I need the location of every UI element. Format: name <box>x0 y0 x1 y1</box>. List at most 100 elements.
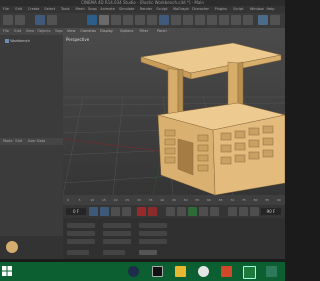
coord-mode-dropdown[interactable] <box>67 250 89 255</box>
goto-start-icon[interactable] <box>166 207 175 216</box>
move-icon[interactable] <box>47 15 57 25</box>
attribute-menu-mode[interactable]: Mode <box>3 138 13 145</box>
menu-simulate[interactable]: Simulate <box>119 6 134 13</box>
undo-icon[interactable] <box>3 15 13 25</box>
key-position-icon[interactable] <box>239 207 248 216</box>
object-menu-tags[interactable]: Tags <box>55 28 63 35</box>
viewport-label: Perspective <box>66 37 90 42</box>
menu-tools[interactable]: Tools <box>61 6 70 13</box>
wood-material-swatch-icon[interactable] <box>6 241 18 253</box>
menu-create[interactable]: Create <box>28 6 40 13</box>
play-icon[interactable] <box>188 207 197 216</box>
object-menu-edit[interactable]: Edit <box>14 28 21 35</box>
key-rotation-icon[interactable] <box>250 207 259 216</box>
object-menu-file[interactable]: File <box>3 28 9 35</box>
goto-end-icon[interactable] <box>210 207 219 216</box>
model-mode-icon[interactable] <box>87 15 97 25</box>
deformer-icon[interactable] <box>207 15 217 25</box>
record-icon[interactable] <box>137 207 146 216</box>
viewport-menu-display[interactable]: Display <box>100 28 113 35</box>
viewport-menu-panel[interactable]: Panel <box>157 28 166 35</box>
viewport-menu-cameras[interactable]: Cameras <box>80 28 96 35</box>
array-icon[interactable] <box>195 15 205 25</box>
timeline-tick: 60 <box>207 198 211 202</box>
powerpoint-icon[interactable] <box>221 266 232 277</box>
viewport-menu-filter[interactable]: Filter <box>140 28 149 35</box>
terminal-icon[interactable] <box>152 266 163 277</box>
menu-character[interactable]: Character <box>192 6 209 13</box>
rot-p-field[interactable] <box>139 231 167 236</box>
render-settings-icon[interactable] <box>147 15 157 25</box>
menu-snap[interactable]: Snap <box>88 6 97 13</box>
end-frame-field[interactable]: 90 F <box>261 208 281 215</box>
menu-render[interactable]: Render <box>140 6 152 13</box>
viewport-perspective[interactable]: Perspective <box>63 35 285 195</box>
timeline-ruler[interactable]: 0 5 10 15 20 25 30 35 40 45 50 55 60 65 70 75 80 85 90 <box>63 195 285 205</box>
camera-icon[interactable] <box>231 15 241 25</box>
light-icon[interactable] <box>243 15 253 25</box>
rot-h-field[interactable] <box>139 223 167 228</box>
timeline-tick: 75 <box>242 198 246 202</box>
menu-window[interactable]: Window <box>250 6 264 13</box>
object-manager-panel <box>0 28 63 236</box>
menu-help[interactable]: Help <box>267 6 275 13</box>
excel-icon[interactable] <box>243 266 256 279</box>
cube-icon[interactable] <box>159 15 169 25</box>
next-frame-icon[interactable] <box>199 207 208 216</box>
menu-edit[interactable]: Edit <box>15 6 22 13</box>
file-explorer-icon[interactable] <box>175 266 186 277</box>
cinema4d-icon[interactable] <box>128 266 139 277</box>
object-menu-view[interactable]: View <box>26 28 34 35</box>
keyframe-icon[interactable] <box>228 207 237 216</box>
texture-mode-icon[interactable] <box>99 15 109 25</box>
size-x-field[interactable] <box>103 223 131 228</box>
autokey-icon[interactable] <box>148 207 157 216</box>
rot-b-field[interactable] <box>139 239 167 244</box>
windows-start-icon[interactable] <box>2 266 12 276</box>
rotate-tool-icon[interactable] <box>111 207 120 216</box>
timeline-tick: 25 <box>125 198 130 202</box>
floor-icon[interactable] <box>219 15 229 25</box>
apply-button[interactable] <box>139 250 157 255</box>
menu-script[interactable]: Script <box>233 6 243 13</box>
object-manager-menu: File Edit View Objects Tags <box>0 28 63 35</box>
attribute-menu-edit[interactable]: Edit <box>15 138 22 145</box>
loop-icon[interactable] <box>122 207 131 216</box>
current-frame-field[interactable]: 0 F <box>66 208 86 215</box>
menu-animate[interactable]: Animate <box>100 6 115 13</box>
viewport-menu-options[interactable]: Options <box>120 28 134 35</box>
pos-z-field[interactable] <box>67 239 95 244</box>
workplane-icon[interactable] <box>111 15 121 25</box>
live-select-icon[interactable] <box>35 15 45 25</box>
size-mode-dropdown[interactable] <box>103 250 125 255</box>
object-menu-objects[interactable]: Objects <box>37 28 50 35</box>
render-picture-viewer-icon[interactable] <box>135 15 145 25</box>
redo-icon[interactable] <box>15 15 25 25</box>
menu-bar: File Edit Create Select Tools Mesh Snap Animate… <box>0 6 285 13</box>
project-icon[interactable] <box>266 266 277 277</box>
chrome-icon[interactable] <box>198 266 209 277</box>
pos-y-field[interactable] <box>67 231 95 236</box>
timeline-tick: 45 <box>172 198 176 202</box>
layout-icon[interactable] <box>258 15 268 25</box>
menu-mesh[interactable]: Mesh <box>76 6 85 13</box>
timeline-tick: 0 <box>67 198 69 202</box>
menu-file[interactable]: File <box>3 6 9 13</box>
attribute-menu-user-data[interactable]: User Data <box>28 138 45 145</box>
menu-mograph[interactable]: MoGraph <box>173 6 189 13</box>
prev-frame-icon[interactable] <box>177 207 186 216</box>
move-tool-icon[interactable] <box>89 207 98 216</box>
menu-plugins[interactable]: Plugins <box>215 6 228 13</box>
pos-x-field[interactable] <box>67 223 95 228</box>
viewport-menu-view[interactable]: View <box>67 28 75 35</box>
scale-tool-icon[interactable] <box>100 207 109 216</box>
render-view-icon[interactable] <box>123 15 133 25</box>
pen-icon[interactable] <box>171 15 181 25</box>
subdivision-icon[interactable] <box>183 15 193 25</box>
size-z-field[interactable] <box>103 239 131 244</box>
menu-sculpt[interactable]: Sculpt <box>156 6 167 13</box>
window-icon[interactable] <box>270 15 280 25</box>
menu-select[interactable]: Select <box>44 6 55 13</box>
size-y-field[interactable] <box>103 231 131 236</box>
object-row[interactable]: Workbench <box>5 38 60 43</box>
